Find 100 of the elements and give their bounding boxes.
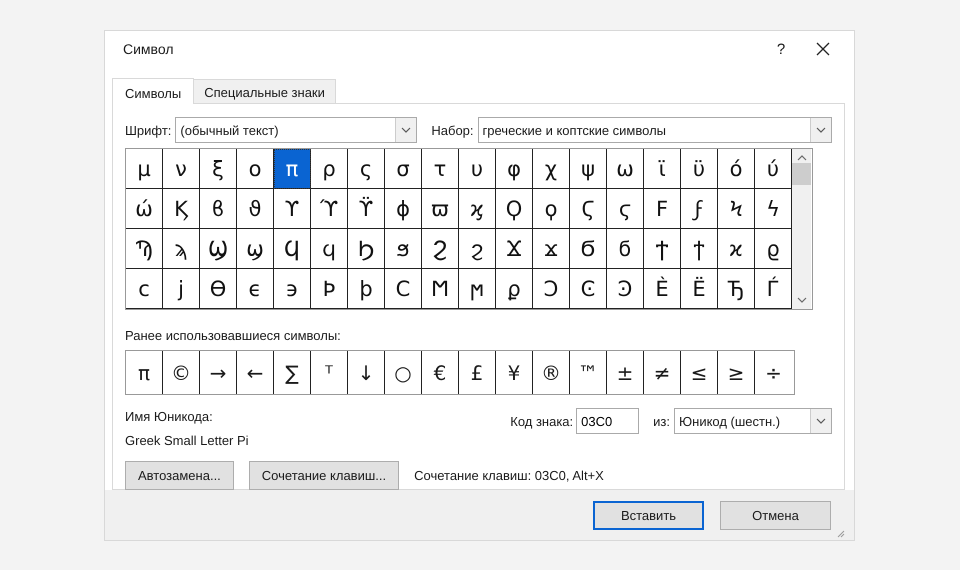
symbol-cell[interactable]: ϑ — [237, 189, 274, 230]
dropdown-button[interactable] — [810, 409, 831, 434]
symbol-cell[interactable]: ϳ — [163, 269, 200, 310]
symbol-cell[interactable]: Ϻ — [422, 269, 459, 310]
symbol-cell[interactable]: ϒ — [274, 189, 311, 230]
symbol-cell[interactable]: ξ — [200, 149, 237, 190]
symbol-cell[interactable]: χ — [533, 149, 570, 190]
symbol-cell[interactable]: Ͽ — [607, 269, 644, 310]
recent-symbol-cell[interactable]: ↓ — [348, 351, 385, 394]
symbol-cell[interactable]: ϧ — [385, 229, 422, 270]
symbol-cell[interactable]: ϊ — [644, 149, 681, 190]
symbol-cell[interactable]: τ — [422, 149, 459, 190]
symbol-cell[interactable]: ϭ — [607, 229, 644, 270]
symbol-cell[interactable]: Ђ — [718, 269, 755, 310]
close-icon[interactable] — [816, 42, 830, 56]
char-code-field[interactable]: 03C0 — [576, 408, 640, 434]
symbol-cell[interactable]: ψ — [570, 149, 607, 190]
recent-symbol-cell[interactable]: ᵀ — [311, 351, 348, 394]
symbol-cell[interactable]: ϗ — [459, 189, 496, 230]
symbol-cell[interactable]: μ — [126, 149, 163, 190]
symbol-cell[interactable]: Ϟ — [718, 189, 755, 230]
symbol-cell[interactable]: Ͼ — [570, 269, 607, 310]
dialog-button[interactable]: Сочетание клавиш... — [248, 461, 400, 490]
help-button[interactable]: ? — [758, 40, 804, 58]
symbol-cell[interactable]: σ — [385, 149, 422, 190]
symbol-cell[interactable]: ϲ — [126, 269, 163, 310]
insert-button[interactable]: Вставить — [593, 500, 704, 530]
symbol-cell[interactable]: ϩ — [459, 229, 496, 270]
symbol-cell[interactable]: Ϡ — [126, 229, 163, 270]
symbol-cell[interactable]: ϝ — [681, 189, 718, 230]
recent-symbol-cell[interactable]: ÷ — [755, 351, 792, 394]
symbol-cell[interactable]: ϻ — [459, 269, 496, 310]
symbol-cell[interactable]: Ϫ — [496, 229, 533, 270]
symbol-cell[interactable]: ϯ — [681, 229, 718, 270]
symbol-cell[interactable]: ϡ — [163, 229, 200, 270]
dropdown-button[interactable] — [810, 118, 831, 142]
symbol-cell[interactable]: Ϲ — [385, 269, 422, 310]
subset-dropdown[interactable]: греческие и коптские символы — [478, 117, 832, 144]
recent-symbol-cell[interactable]: ¥ — [496, 351, 533, 394]
symbol-cell[interactable]: Ϙ — [496, 189, 533, 230]
tab[interactable]: Символы — [112, 78, 194, 104]
symbol-cell[interactable]: ϼ — [496, 269, 533, 310]
resize-grip-icon[interactable] — [837, 530, 845, 538]
symbol-cell[interactable]: ϥ — [311, 229, 348, 270]
recent-symbol-cell[interactable]: ∑ — [274, 351, 311, 394]
symbol-cell[interactable]: Ѐ — [644, 269, 681, 310]
recent-symbol-cell[interactable]: € — [422, 351, 459, 394]
recent-symbol-cell[interactable]: ○ — [385, 351, 422, 394]
recent-symbol-cell[interactable]: ± — [607, 351, 644, 394]
symbol-cell[interactable]: Ϥ — [274, 229, 311, 270]
symbol-cell[interactable]: Ϝ — [644, 189, 681, 230]
symbol-cell[interactable]: ό — [718, 149, 755, 190]
symbol-cell[interactable]: ϙ — [533, 189, 570, 230]
symbol-cell[interactable]: ϖ — [422, 189, 459, 230]
symbol-cell[interactable]: ϰ — [718, 229, 755, 270]
symbol-cell[interactable]: Ϗ — [163, 189, 200, 230]
symbol-cell[interactable]: ϓ — [311, 189, 348, 230]
symbol-cell[interactable]: ϸ — [348, 269, 385, 310]
font-dropdown[interactable]: (обычный текст) — [175, 117, 418, 144]
recent-symbol-cell[interactable]: ≤ — [681, 351, 718, 394]
symbol-cell[interactable]: ϣ — [237, 229, 274, 270]
symbol-cell[interactable]: ϕ — [385, 189, 422, 230]
recent-symbol-cell[interactable]: π — [126, 351, 163, 394]
scrollbar[interactable] — [792, 149, 811, 310]
symbol-cell[interactable]: ς — [348, 149, 385, 190]
chevron-up-icon[interactable] — [796, 155, 806, 162]
recent-symbol-cell[interactable]: ™ — [570, 351, 607, 394]
recent-symbol-cell[interactable]: ≥ — [718, 351, 755, 394]
recent-symbol-cell[interactable]: ® — [533, 351, 570, 394]
symbol-cell[interactable]: Ϭ — [570, 229, 607, 270]
symbol-cell[interactable]: ϔ — [348, 189, 385, 230]
scrollbar-thumb[interactable] — [792, 163, 811, 186]
recent-symbol-cell[interactable]: ← — [237, 351, 274, 394]
encoding-dropdown[interactable]: Юникод (шестн.) — [674, 408, 832, 434]
symbol-cell[interactable]: ω — [607, 149, 644, 190]
dropdown-button[interactable] — [395, 118, 416, 142]
symbol-cell[interactable]: Ͻ — [533, 269, 570, 310]
chevron-down-icon[interactable] — [796, 297, 806, 304]
symbol-cell[interactable]: Ϣ — [200, 229, 237, 270]
symbol-cell[interactable]: Ϧ — [348, 229, 385, 270]
symbol-cell[interactable]: ϵ — [237, 269, 274, 310]
symbol-cell[interactable]: ρ — [311, 149, 348, 190]
symbol-cell[interactable]: ϛ — [607, 189, 644, 230]
symbol-cell[interactable]: Ϩ — [422, 229, 459, 270]
symbol-cell[interactable]: ϫ — [533, 229, 570, 270]
symbol-cell[interactable]: ϴ — [200, 269, 237, 310]
symbol-cell[interactable]: Ϸ — [311, 269, 348, 310]
symbol-cell[interactable]: Ϛ — [570, 189, 607, 230]
symbol-cell[interactable]: φ — [496, 149, 533, 190]
symbol-cell[interactable]: υ — [459, 149, 496, 190]
symbol-cell[interactable]: ϶ — [274, 269, 311, 310]
symbol-cell[interactable]: Ϯ — [644, 229, 681, 270]
symbol-cell[interactable]: Ё — [681, 269, 718, 310]
recent-symbol-cell[interactable]: £ — [459, 351, 496, 394]
recent-symbol-cell[interactable]: © — [163, 351, 200, 394]
recent-symbol-cell[interactable]: ≠ — [644, 351, 681, 394]
symbol-cell[interactable]: ϐ — [200, 189, 237, 230]
dialog-button[interactable]: Автозамена... — [125, 461, 234, 490]
tab[interactable]: Специальные знаки — [193, 79, 336, 104]
symbol-cell[interactable]: ν — [163, 149, 200, 190]
